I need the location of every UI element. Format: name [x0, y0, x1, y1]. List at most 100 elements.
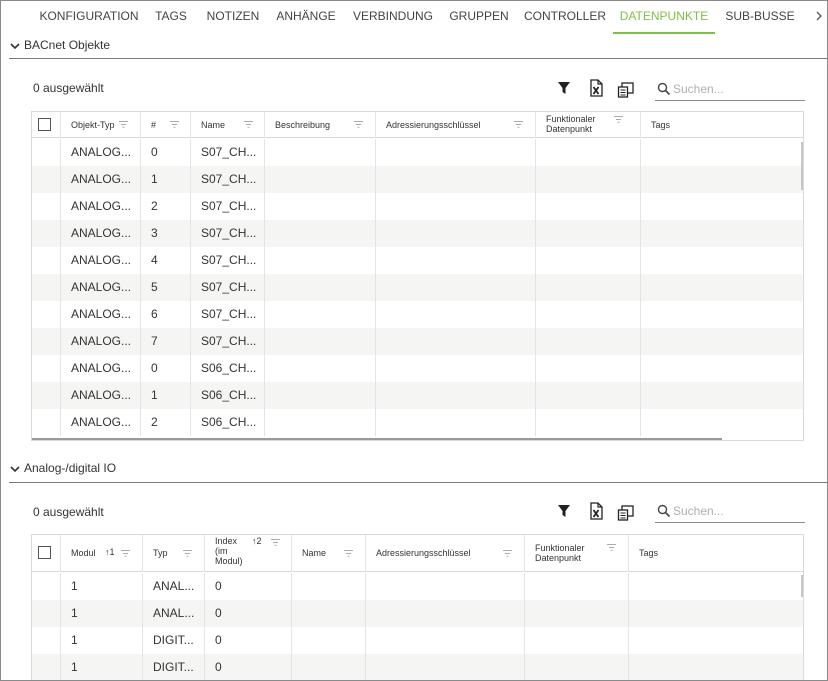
- sort-ascending-icon[interactable]: ↑1: [105, 547, 115, 557]
- table-row[interactable]: ANALOG... 5 S07_CH...: [32, 274, 803, 301]
- search-input[interactable]: [673, 81, 801, 97]
- column-header-adressierungsschluessel[interactable]: Adressierungsschlüssel: [366, 535, 525, 572]
- column-settings-icon[interactable]: [617, 504, 635, 522]
- column-header-modul[interactable]: Modul ↑1: [61, 535, 143, 572]
- chevron-down-icon[interactable]: [9, 40, 21, 52]
- tab-konfiguration[interactable]: KONFIGURATION: [37, 1, 141, 34]
- column-filter-icon[interactable]: [354, 120, 363, 128]
- table-row[interactable]: ANALOG... 1 S07_CH...: [32, 166, 803, 193]
- column-filter-icon[interactable]: [344, 549, 353, 557]
- column-header-name[interactable]: Name: [191, 112, 265, 138]
- column-settings-icon[interactable]: [617, 81, 635, 99]
- table-row[interactable]: ANALOG... 4 S07_CH...: [32, 247, 803, 274]
- search-box[interactable]: [655, 79, 805, 101]
- table-cell: ANALOG...: [61, 247, 141, 274]
- tab-bar: KONFIGURATION TAGS NOTIZEN ANHÄNGE VERBI…: [1, 1, 827, 35]
- column-header-beschreibung[interactable]: Beschreibung: [265, 112, 376, 138]
- column-filter-icon[interactable]: [607, 543, 616, 551]
- filter-icon[interactable]: [555, 502, 573, 520]
- table-cell: [376, 274, 536, 301]
- column-header-adressierungsschluessel[interactable]: Adressierungsschlüssel: [376, 112, 536, 138]
- column-header-index[interactable]: Index (im Modul) ↑2: [205, 535, 292, 572]
- column-filter-icon[interactable]: [119, 120, 128, 128]
- table-cell: ANALOG...: [61, 355, 141, 382]
- vertical-scrollbar[interactable]: [801, 142, 803, 190]
- table-cell: [536, 409, 641, 436]
- table-cell: S07_CH...: [191, 220, 265, 247]
- column-filter-icon[interactable]: [170, 120, 179, 128]
- section-header-bacnet[interactable]: BACnet Objekte: [1, 35, 827, 59]
- column-header-funktionaler-datenpunkt[interactable]: Funktionaler Datenpunkt: [536, 112, 641, 138]
- search-box[interactable]: [655, 501, 805, 523]
- chevron-down-icon[interactable]: [9, 463, 21, 475]
- table-row[interactable]: 1 DIGIT... 0: [32, 627, 803, 654]
- tab-gruppen[interactable]: GRUPPEN: [445, 1, 513, 34]
- chevron-right-icon[interactable]: [813, 8, 825, 24]
- table-cell: [641, 220, 803, 247]
- table-cell: 5: [141, 274, 191, 301]
- tab-notizen[interactable]: NOTIZEN: [203, 1, 263, 34]
- search-icon: [657, 82, 671, 96]
- table-cell: [366, 654, 525, 680]
- table-cell: [32, 600, 61, 627]
- column-filter-icon[interactable]: [244, 120, 253, 128]
- excel-export-icon[interactable]: [587, 502, 605, 520]
- table-cell: S07_CH...: [191, 274, 265, 301]
- column-header-number[interactable]: #: [141, 112, 191, 138]
- tab-verbindung[interactable]: VERBINDUNG: [351, 1, 435, 34]
- column-header-funktionaler-datenpunkt[interactable]: Funktionaler Datenpunkt: [525, 535, 629, 572]
- filter-icon[interactable]: [555, 79, 573, 97]
- table-cell: [629, 573, 803, 600]
- table-cell: [376, 409, 536, 436]
- tab-controller[interactable]: CONTROLLER: [523, 1, 607, 34]
- tab-tags[interactable]: TAGS: [149, 1, 193, 34]
- grid-header: Modul ↑1 Typ Index (im Modul) ↑2 Name Ad…: [32, 535, 803, 572]
- table-cell: [376, 355, 536, 382]
- column-header-tags[interactable]: Tags: [641, 112, 803, 138]
- section-header-io[interactable]: Analog-/digital IO: [1, 458, 827, 482]
- table-row[interactable]: 1 DIGIT... 0: [32, 654, 803, 680]
- table-cell: 3: [141, 220, 191, 247]
- table-row[interactable]: ANALOG... 0 S07_CH...: [32, 139, 803, 166]
- table-cell: ANALOG...: [61, 301, 141, 328]
- table-cell: [376, 328, 536, 355]
- horizontal-scrollbar[interactable]: [32, 438, 722, 440]
- table-cell: [32, 355, 61, 382]
- tab-sub-busse[interactable]: SUB-BUSSE: [723, 1, 797, 34]
- column-header-tags[interactable]: Tags: [629, 535, 803, 572]
- column-header-name[interactable]: Name: [292, 535, 366, 572]
- select-all-checkbox[interactable]: [38, 546, 51, 559]
- table-cell: [366, 573, 525, 600]
- excel-export-icon[interactable]: [587, 79, 605, 97]
- vertical-scrollbar[interactable]: [801, 575, 803, 597]
- table-cell: [536, 139, 641, 166]
- table-cell: [536, 355, 641, 382]
- table-row[interactable]: ANALOG... 3 S07_CH...: [32, 220, 803, 247]
- table-row[interactable]: ANALOG... 7 S07_CH...: [32, 328, 803, 355]
- table-cell: 7: [141, 328, 191, 355]
- column-header-typ[interactable]: Typ: [143, 535, 205, 572]
- column-filter-icon[interactable]: [121, 549, 130, 557]
- column-header-objekt-typ[interactable]: Objekt-Typ: [61, 112, 141, 138]
- table-row[interactable]: ANALOG... 2 S07_CH...: [32, 193, 803, 220]
- column-filter-icon[interactable]: [183, 549, 192, 557]
- sort-ascending-icon[interactable]: ↑2: [252, 536, 262, 546]
- select-all-checkbox[interactable]: [38, 118, 51, 131]
- table-row[interactable]: ANALOG... 6 S07_CH...: [32, 301, 803, 328]
- column-filter-icon[interactable]: [271, 538, 280, 546]
- table-row[interactable]: 1 ANAL... 0: [32, 600, 803, 627]
- search-input[interactable]: [673, 503, 801, 519]
- table-cell: [32, 193, 61, 220]
- table-row[interactable]: ANALOG... 0 S06_CH...: [32, 355, 803, 382]
- tab-anhaenge[interactable]: ANHÄNGE: [273, 1, 339, 34]
- table-cell: 0: [141, 355, 191, 382]
- column-filter-icon[interactable]: [614, 115, 623, 123]
- tab-datenpunkte[interactable]: DATENPUNKTE: [613, 1, 715, 34]
- column-filter-icon[interactable]: [514, 120, 523, 128]
- table-cell: [265, 382, 376, 409]
- table-row[interactable]: ANALOG... 1 S06_CH...: [32, 382, 803, 409]
- column-filter-icon[interactable]: [503, 549, 512, 557]
- table-cell: S07_CH...: [191, 328, 265, 355]
- table-row[interactable]: 1 ANAL... 0: [32, 573, 803, 600]
- table-row[interactable]: ANALOG... 2 S06_CH...: [32, 409, 803, 436]
